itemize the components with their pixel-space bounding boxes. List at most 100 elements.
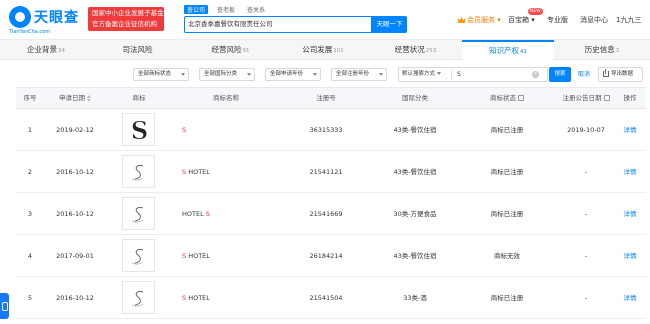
detail-link[interactable]: 详情 (616, 109, 644, 151)
col-label: 商标状态 (490, 94, 516, 102)
chevron-down-icon (181, 73, 185, 76)
tab-intellectual-property[interactable]: 知识产权41 (462, 40, 554, 60)
name-suffix: HOTEL (186, 168, 210, 176)
trademark-logo[interactable] (122, 281, 155, 314)
col-label: 注册公告日期 (562, 94, 602, 102)
trademark-name: S HOTEL (182, 151, 280, 193)
logo-url: TianYanCha.com (9, 29, 51, 35)
publish-date: - (584, 210, 588, 218)
reg-no: 21541504 (309, 294, 343, 302)
publish-date: 2019-10-07 (567, 126, 605, 134)
col-action: 操作 (623, 94, 637, 102)
promo-banner[interactable]: 国家中小企业发展子基金旗下 官方备案企业征信机构 (88, 7, 164, 31)
vip-service-link[interactable]: 会员服务 ▾ (458, 0, 501, 40)
logo[interactable]: 天眼查 TianYanCha.com (9, 6, 83, 35)
tab-label: 知识产权 (489, 46, 519, 55)
vip-service-label: 会员服务 (467, 16, 495, 24)
chevron-down-icon (313, 73, 317, 76)
dropdown-label: 全部国际分类 (204, 71, 238, 77)
search-tab-company[interactable]: 查公司 (184, 5, 209, 14)
tab-label: 公司发展 (302, 45, 333, 54)
apply-date: 2016-10-12 (56, 168, 94, 176)
detail-link[interactable]: 详情 (616, 277, 644, 319)
tab-history[interactable]: 历史信息3 (554, 40, 650, 60)
pro-edition-link[interactable]: 专业版 (547, 0, 568, 40)
search-type-tabs: 查公司 查老板 查关系 (184, 5, 274, 15)
apply-date: 2016-10-12 (56, 210, 94, 218)
reg-no: 26184214 (309, 252, 343, 260)
trademark-logo[interactable] (122, 197, 155, 230)
col-status[interactable]: 商标状态 (458, 88, 556, 109)
publish-date: - (584, 252, 588, 260)
toolbox-link[interactable]: 百宝箱 ▾ NEW (508, 0, 543, 40)
table-row: 5 2016-10-12 S HOTEL 21541504 33类-酒 商标已注… (16, 277, 646, 319)
reg-no: 36315333 (309, 126, 343, 134)
search-button[interactable]: 天眼一下 (372, 16, 407, 33)
dropdown-label: 全部商标状态 (138, 71, 172, 77)
intl-class-dropdown[interactable]: 全部国际分类 (199, 68, 255, 81)
tab-company-development[interactable]: 公司发展101 (277, 40, 369, 60)
tab-operating-risk[interactable]: 经营风险91 (184, 40, 277, 60)
trademark-logo[interactable]: SS (122, 113, 155, 146)
name-highlight: S (182, 126, 187, 134)
apply-year-dropdown[interactable]: 全部申请年份 (265, 68, 321, 81)
apply-date: 2019-02-12 (56, 126, 94, 134)
new-badge: NEW (528, 8, 543, 15)
col-intl-class: 国际分类 (402, 94, 428, 102)
row-index: 4 (27, 252, 33, 260)
publish-date: - (584, 294, 588, 302)
tab-judicial-risk[interactable]: 司法风险 (92, 40, 184, 60)
tab-count: 91 (242, 48, 250, 54)
trademark-search-field: 默认搜索方式 S × (398, 67, 548, 82)
tab-operating-status[interactable]: 经营状况253 (369, 40, 462, 60)
col-apply-date[interactable]: 申请日期 (44, 88, 106, 109)
message-center-link[interactable]: 消息中心 (580, 0, 608, 40)
clear-icon[interactable]: × (532, 71, 539, 78)
row-index: 2 (27, 168, 33, 176)
trademark-name: S (182, 109, 280, 151)
chevron-down-icon (437, 72, 442, 75)
trademark-script-s-image (131, 249, 144, 265)
detail-link[interactable]: 详情 (616, 193, 644, 235)
name-prefix: HOTEL (182, 210, 206, 218)
search-mode-select[interactable]: 默认搜索方式 (402, 68, 442, 81)
trademark-logo[interactable] (122, 155, 155, 188)
logo-name: 天眼查 (34, 10, 79, 26)
intl-class: 43类-餐饮住宿 (393, 252, 437, 260)
crown-icon (458, 17, 465, 23)
promo-line-2: 官方备案企业征信机构 (92, 20, 157, 28)
tab-label: 企业背景 (27, 45, 57, 54)
tab-company-background[interactable]: 企业背景34 (0, 40, 92, 60)
trademark-name: S HOTEL (182, 277, 280, 319)
export-data-button[interactable]: 导出数据 (598, 67, 643, 82)
company-search-input[interactable]: 北京香季嘉餐饮有限责任公司 (184, 16, 372, 33)
filter-icon (518, 95, 524, 101)
col-trademark: 商标 (132, 94, 146, 102)
intl-class: 43类-餐饮住宿 (393, 168, 437, 176)
cancel-button[interactable]: 取消 (578, 67, 590, 82)
tab-label: 经营状况 (394, 45, 425, 54)
name-highlight: S (205, 210, 210, 218)
detail-link[interactable]: 详情 (616, 235, 644, 277)
user-menu[interactable]: 1九九三 (616, 0, 641, 40)
trademark-script-s-image (131, 207, 144, 223)
search-tab-boss[interactable]: 查老板 (214, 5, 238, 14)
search-tab-relation[interactable]: 查关系 (244, 5, 268, 14)
filter-search-button[interactable]: 搜索 (549, 67, 571, 82)
tab-count: 34 (58, 48, 65, 54)
name-suffix: HOTEL (186, 294, 210, 302)
filter-bar: 全部商标状态 全部国际分类 全部申请年份 全部注册年份 默认搜索方式 S × 搜… (0, 61, 650, 87)
trademark-status: 商标无效 (494, 252, 520, 260)
trademark-status-dropdown[interactable]: 全部商标状态 (133, 68, 189, 81)
col-publish-date[interactable]: 注册公告日期 (556, 88, 616, 109)
detail-link[interactable]: 详情 (616, 151, 644, 193)
trademark-name: S HOTEL (182, 235, 280, 277)
export-icon (603, 69, 609, 77)
chevron-down-icon (379, 73, 383, 76)
floating-help-button[interactable] (0, 293, 9, 319)
svg-text:S: S (131, 116, 148, 145)
search-mode-label: 默认搜索方式 (402, 71, 436, 77)
register-year-dropdown[interactable]: 全部注册年份 (331, 68, 387, 81)
trademark-search-input[interactable]: S (457, 68, 461, 81)
trademark-logo[interactable] (122, 239, 155, 272)
